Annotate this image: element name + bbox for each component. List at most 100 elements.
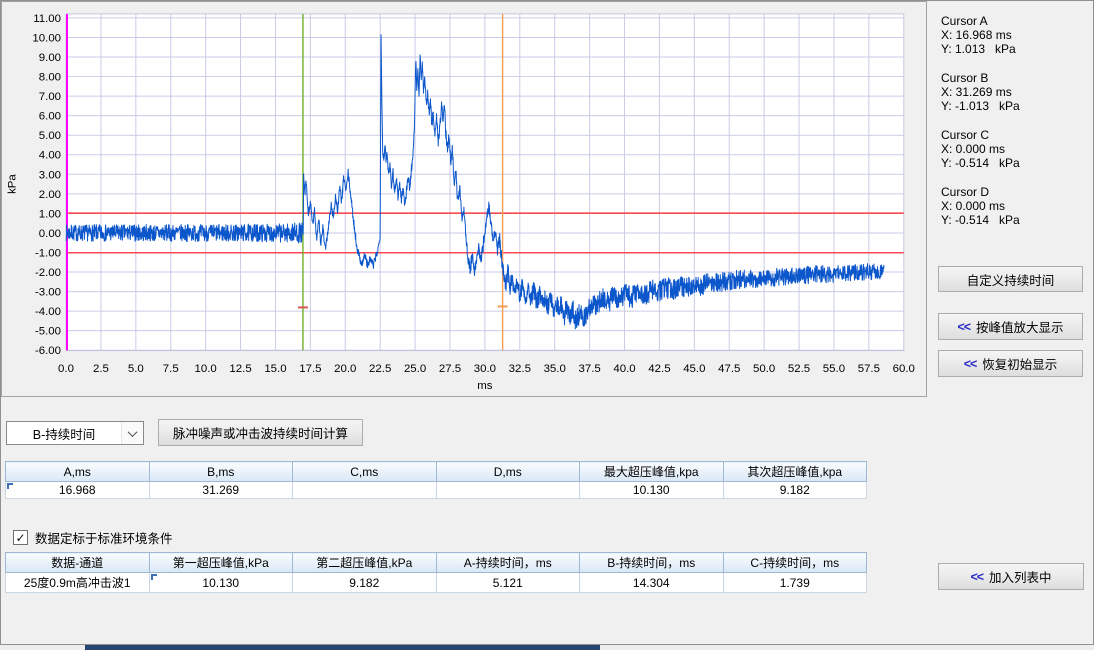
custom-duration-button[interactable]: 自定义持续时间 (938, 266, 1083, 292)
cursor-title: Cursor C (941, 128, 1020, 142)
channel-results-table: 数据-通道第一超压峰值,kPa第二超压峰值,kPaA-持续时间，msB-持续时间… (5, 552, 867, 593)
cursor-results-table: A,msB,msC,msD,ms最大超压峰值,kpa其次超压峰值,kpa16.9… (5, 461, 867, 499)
table-row: 25度0.9m高冲击波110.1309.1825.12114.3041.739 (6, 573, 867, 593)
svg-text:-5.00: -5.00 (35, 326, 61, 338)
svg-text:11.00: 11.00 (33, 13, 61, 25)
table-column-header: D,ms (436, 462, 580, 482)
table-cell[interactable]: 9.182 (723, 482, 867, 499)
svg-text:45.0: 45.0 (683, 363, 705, 375)
cursor-y-value: Y: -1.013 kPa (941, 99, 1020, 113)
svg-text:32.5: 32.5 (509, 363, 531, 375)
table-cell[interactable]: 14.304 (580, 573, 724, 593)
svg-text:0.00: 0.00 (39, 228, 61, 240)
duration-type-value: B-持续时间 (7, 424, 121, 443)
table-column-header: 第二超压峰值,kPa (293, 553, 437, 573)
cursor-title: Cursor D (941, 185, 1020, 199)
svg-text:22.5: 22.5 (369, 363, 391, 375)
svg-text:-2.00: -2.00 (35, 267, 61, 279)
cursor-readout-panel: Cursor AX: 16.968 msY: 1.013 kPa Cursor B… (941, 14, 1020, 242)
table-cell[interactable]: 16.968 (6, 482, 150, 499)
svg-text:35.0: 35.0 (544, 363, 566, 375)
svg-text:55.0: 55.0 (823, 363, 845, 375)
svg-text:37.5: 37.5 (578, 363, 600, 375)
svg-text:42.5: 42.5 (648, 363, 670, 375)
svg-text:-1.00: -1.00 (35, 247, 61, 259)
table-cell[interactable]: 10.130 (580, 482, 724, 499)
calc-duration-button[interactable]: 脉冲噪声或冲击波持续时间计算 (158, 419, 363, 446)
table-cell[interactable]: 5.121 (436, 573, 580, 593)
table-cell[interactable]: 10.130 (149, 573, 293, 593)
table-column-header: 数据-通道 (6, 553, 150, 573)
svg-text:7.00: 7.00 (39, 91, 61, 103)
double-chevron-left-icon: << (964, 357, 977, 371)
cursor-y-value: Y: -0.514 kPa (941, 213, 1020, 227)
cursor-title: Cursor A (941, 14, 1020, 28)
cursor-readout-c: Cursor CX: 0.000 msY: -0.514 kPa (941, 128, 1020, 170)
table-cell[interactable]: 9.182 (293, 573, 437, 593)
cursor-readout-a: Cursor AX: 16.968 msY: 1.013 kPa (941, 14, 1020, 56)
cursor-x-value: X: 0.000 ms (941, 199, 1020, 213)
zoom-to-peak-button[interactable]: << 按峰值放大显示 (938, 313, 1083, 340)
svg-text:17.5: 17.5 (299, 363, 321, 375)
y-axis-label: kPa (6, 174, 18, 194)
cursor-readout-d: Cursor DX: 0.000 msY: -0.514 kPa (941, 185, 1020, 227)
svg-text:12.5: 12.5 (229, 363, 251, 375)
cursor-x-value: X: 31.269 ms (941, 85, 1020, 99)
svg-text:5.0: 5.0 (128, 363, 144, 375)
x-axis-label: ms (477, 380, 493, 392)
svg-text:4.00: 4.00 (39, 150, 61, 162)
cursor-y-value: Y: 1.013 kPa (941, 42, 1020, 56)
chart-widget: -6.00-5.00-4.00-3.00-2.00-1.000.001.002.… (1, 1, 927, 397)
svg-text:27.5: 27.5 (439, 363, 461, 375)
svg-text:3.00: 3.00 (39, 169, 61, 181)
svg-text:30.0: 30.0 (474, 363, 496, 375)
double-chevron-left-icon: << (957, 320, 970, 334)
waveform-chart[interactable]: -6.00-5.00-4.00-3.00-2.00-1.000.001.002.… (2, 2, 926, 396)
table-column-header: A,ms (6, 462, 150, 482)
table-column-header: C-持续时间，ms (723, 553, 867, 573)
cursor-readout-b: Cursor BX: 31.269 msY: -1.013 kPa (941, 71, 1020, 113)
standard-env-checkbox-row[interactable]: 数据定标于标准环境条件 (13, 528, 173, 547)
svg-text:-3.00: -3.00 (35, 287, 61, 299)
table-column-header: 最大超压峰值,kpa (580, 462, 724, 482)
svg-text:10.0: 10.0 (195, 363, 217, 375)
restore-initial-view-button[interactable]: << 恢复初始显示 (938, 350, 1083, 377)
double-chevron-left-icon: << (970, 570, 983, 584)
cursor-y-value: Y: -0.514 kPa (941, 156, 1020, 170)
svg-text:15.0: 15.0 (264, 363, 286, 375)
restore-initial-view-label: 恢复初始显示 (982, 354, 1057, 373)
table-cell[interactable]: 31.269 (149, 482, 293, 499)
duration-type-select[interactable]: B-持续时间 (6, 421, 144, 445)
cursor-x-value: X: 16.968 ms (941, 28, 1020, 42)
table-cell[interactable] (293, 482, 437, 499)
svg-text:-6.00: -6.00 (35, 345, 61, 357)
svg-text:10.00: 10.00 (32, 32, 61, 44)
zoom-to-peak-label: 按峰值放大显示 (976, 317, 1064, 336)
cursor-x-value: X: 0.000 ms (941, 142, 1020, 156)
svg-text:8.00: 8.00 (39, 72, 61, 84)
app-window: -6.00-5.00-4.00-3.00-2.00-1.000.001.002.… (0, 0, 1094, 650)
standard-env-checkbox-label: 数据定标于标准环境条件 (35, 528, 173, 547)
table-cell[interactable] (436, 482, 580, 499)
table-column-header: C,ms (293, 462, 437, 482)
svg-text:6.00: 6.00 (39, 111, 61, 123)
svg-text:25.0: 25.0 (404, 363, 426, 375)
table-column-header: B,ms (149, 462, 293, 482)
svg-text:60.0: 60.0 (893, 363, 915, 375)
svg-text:2.00: 2.00 (39, 189, 61, 201)
add-to-list-button[interactable]: << 加入列表中 (938, 563, 1084, 590)
custom-duration-label: 自定义持续时间 (967, 270, 1055, 289)
checkbox-check-icon[interactable] (13, 530, 28, 545)
table-column-header: 第一超压峰值,kPa (149, 553, 293, 573)
svg-text:40.0: 40.0 (613, 363, 635, 375)
svg-text:9.00: 9.00 (39, 52, 61, 64)
cursor-title: Cursor B (941, 71, 1020, 85)
svg-text:47.5: 47.5 (718, 363, 740, 375)
svg-text:0.0: 0.0 (58, 363, 74, 375)
table-cell[interactable]: 1.739 (723, 573, 867, 593)
chevron-down-icon[interactable] (121, 422, 143, 444)
calc-duration-label: 脉冲噪声或冲击波持续时间计算 (173, 423, 348, 442)
table-column-header: A-持续时间，ms (436, 553, 580, 573)
table-cell[interactable]: 25度0.9m高冲击波1 (6, 573, 150, 593)
svg-text:52.5: 52.5 (788, 363, 810, 375)
